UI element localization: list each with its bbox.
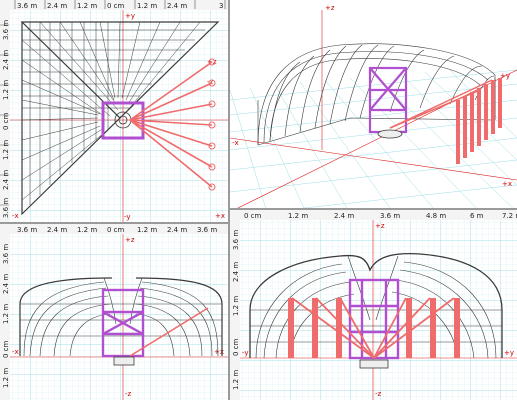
viewport-divider-horizontal-left[interactable] xyxy=(0,222,228,224)
viewport-perspective[interactable]: +z -x +x -y +y xyxy=(230,0,517,222)
axis-label: -x xyxy=(12,348,19,356)
top-ruler-y-label: 3.6 m xyxy=(2,20,10,40)
top-ruler-label: 2.4 m xyxy=(167,2,187,10)
side-ruler-label: 3.6 m xyxy=(380,212,400,220)
front-ruler-label: 3.6 m xyxy=(197,226,217,234)
side-ruler-y-label: 2.4 m xyxy=(232,262,240,282)
axis-label: +z xyxy=(325,4,335,12)
axis-label: -y xyxy=(242,349,249,357)
viewport-side[interactable]: 0 cm 1.2 m 2.4 m 3.6 m 4.8 m 6 m 7.2 m 3… xyxy=(230,210,517,400)
top-ruler-label: 1.2 m xyxy=(77,2,97,10)
front-ruler-label: 2.4 m xyxy=(47,226,67,234)
axis-label: +z xyxy=(375,222,385,230)
top-ruler-y-label: 0 cm xyxy=(2,112,10,130)
side-ruler-y-label: 1.2 m xyxy=(232,370,240,390)
viewport-front[interactable]: 3.6 m 2.4 m 1.2 m 0 cm 1.2 m 2.4 m 3.6 m… xyxy=(0,224,228,400)
axis-label: +y xyxy=(125,12,135,20)
axis-label: -x xyxy=(232,139,239,147)
side-ruler-label: 4.8 m xyxy=(426,212,446,220)
front-ruler-label: 3.6 m xyxy=(17,226,37,234)
side-ruler-label: 7.2 m xyxy=(502,212,517,220)
side-ruler-y-label: 0 cm xyxy=(232,338,240,356)
top-ruler-y-label: 1.2 m xyxy=(2,140,10,160)
side-ruler-label: 0 cm xyxy=(244,212,262,220)
front-ruler-label: 1.2 m xyxy=(137,226,157,234)
top-ruler-y-label: 2.4 m xyxy=(2,170,10,190)
side-ruler-label: 6 m xyxy=(470,212,484,220)
top-ruler-label: 2.4 m xyxy=(47,2,67,10)
top-ruler-label: 1.2 m xyxy=(137,2,157,10)
axis-label: -x xyxy=(12,212,19,220)
top-ruler-label: 0 cm xyxy=(107,2,125,10)
top-ruler-y-label: 3.6 m xyxy=(2,198,10,218)
side-ruler-label: 2.4 m xyxy=(334,212,354,220)
front-ruler-y-label: 1.2 m xyxy=(2,304,10,324)
top-ruler-label: 3.6 m xyxy=(17,2,37,10)
side-ruler-y-label: 3.6 m xyxy=(232,230,240,250)
axis-label: -z xyxy=(375,390,382,398)
top-ruler-y-label: 2.4 m xyxy=(2,50,10,70)
axis-label: +y xyxy=(504,349,514,357)
side-ruler-y-label: 1.2 m xyxy=(232,296,240,316)
axis-label: -z xyxy=(125,390,132,398)
front-ruler-label: 1.2 m xyxy=(77,226,97,234)
viewport-top[interactable]: 3.6 m 2.4 m 1.2 m 0 cm 1.2 m 2.4 m 3 3.6… xyxy=(0,0,228,222)
top-view-canvas[interactable]: 3.6 m 2.4 m 1.2 m 0 cm 1.2 m 2.4 m 3 3.6… xyxy=(0,0,228,222)
axis-label: -y xyxy=(124,213,131,221)
front-ruler-label: 0 cm xyxy=(107,226,125,234)
side-ruler-label: 1.2 m xyxy=(288,212,308,220)
front-ruler-y-label: 1.2 m xyxy=(2,368,10,388)
axis-label: +x xyxy=(502,180,512,188)
side-view-canvas[interactable]: 0 cm 1.2 m 2.4 m 3.6 m 4.8 m 6 m 7.2 m 3… xyxy=(230,210,517,400)
front-ruler-y-label: 2.4 m xyxy=(2,274,10,294)
viewport-divider-vertical[interactable] xyxy=(228,0,230,400)
perspective-canvas[interactable]: +z -x +x -y +y xyxy=(230,0,517,222)
front-ruler-label: 2.4 m xyxy=(167,226,187,234)
top-ruler-label: 3 xyxy=(219,2,223,10)
axis-label: +z xyxy=(125,236,135,244)
top-ruler-y-label: 1.2 m xyxy=(2,80,10,100)
front-ruler-y-label: 0 cm xyxy=(2,340,10,358)
front-view-canvas[interactable]: 3.6 m 2.4 m 1.2 m 0 cm 1.2 m 2.4 m 3.6 m… xyxy=(0,224,228,400)
viewport-divider-horizontal-right[interactable] xyxy=(230,208,517,210)
front-ruler-y-label: 3.6 m xyxy=(2,244,10,264)
axis-label: +x xyxy=(215,212,225,220)
